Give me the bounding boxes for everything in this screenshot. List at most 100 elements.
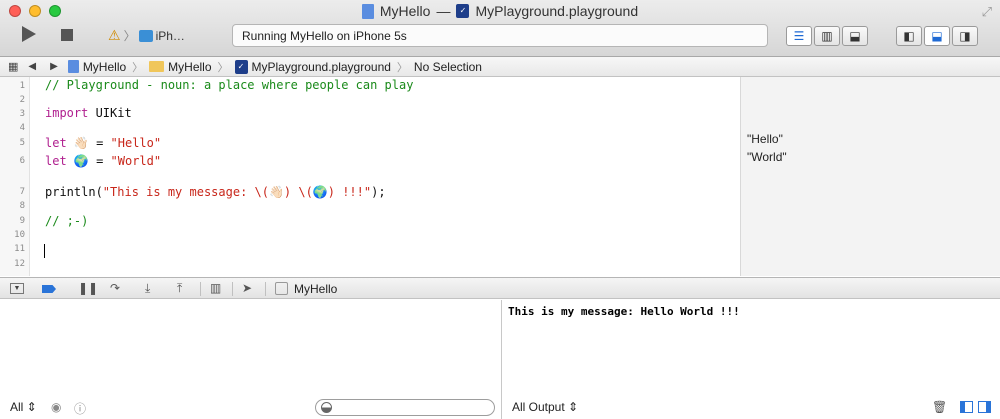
window-toolbar: MyHello — ✓ MyPlayground.playground ⤢ ⚠ … [0, 0, 1000, 57]
punctuation: ); [371, 185, 386, 199]
variables-pane: All ⇕ ◉ ⓘ [0, 300, 502, 419]
project-icon [67, 60, 79, 73]
breadcrumb-project-label: MyHello [82, 59, 127, 74]
function-call: println( [45, 185, 103, 199]
toggle-debug-area-button[interactable]: ⬓ [924, 26, 950, 46]
line-number: 6 [19, 156, 25, 166]
folder-icon [149, 61, 165, 72]
bottom-panel-icon: ⬓ [931, 29, 943, 43]
back-arrow-icon[interactable]: ◀ [24, 61, 40, 72]
string-literal: "This is my message: \(👋🏻) \(🌍) !!!" [102, 185, 372, 199]
assistant-editor-icon: ▥ [821, 29, 833, 43]
identifier: 👋🏻 = [66, 136, 111, 150]
console-output-select[interactable]: All Output ⇕ [512, 400, 578, 414]
step-over-icon[interactable]: ↷ [110, 281, 120, 295]
forward-arrow-icon[interactable]: ▶ [46, 61, 62, 72]
line-number: 1 [19, 81, 25, 91]
view-hierarchy-icon[interactable]: ▥ [210, 281, 221, 295]
show-console-icon[interactable] [978, 401, 991, 413]
code-editor[interactable]: 1 2 3 4 5 6 7 8 9 10 11 12 // Playground… [0, 77, 740, 276]
toggle-navigator-button[interactable]: ◧ [896, 26, 922, 46]
step-into-icon[interactable]: ⤓ [145, 281, 150, 296]
show-variables-icon[interactable] [960, 401, 973, 413]
breadcrumb-folder[interactable]: MyHello [149, 59, 212, 74]
identifier: 🌍 = [66, 154, 111, 168]
window-title-file: MyPlayground.playground [475, 3, 639, 19]
window-title-project: MyHello [379, 3, 431, 19]
trash-icon[interactable]: 🗑 [932, 400, 947, 414]
eye-icon[interactable]: ◉ [51, 400, 61, 414]
code-line-1: // Playground - noun: a place where peop… [45, 78, 414, 92]
breadcrumb-folder-label: MyHello [168, 59, 212, 74]
window-title-separator: — [436, 3, 451, 19]
console-output: This is my message: Hello World !!! [508, 305, 740, 318]
app-scheme-icon: ⚠ [108, 27, 121, 43]
window-title: MyHello — ✓ MyPlayground.playground [0, 3, 1000, 19]
chevron-right-icon: 〉 [132, 61, 144, 74]
project-icon [361, 3, 374, 19]
toggle-utilities-button[interactable]: ◨ [952, 26, 978, 46]
jump-bar: ▦ ◀ ▶ MyHello 〉 MyHello 〉 ✓ MyPlayground… [0, 57, 1000, 77]
left-panel-icon: ◧ [903, 29, 915, 43]
keyword: let [45, 154, 67, 168]
location-icon[interactable]: ➤ [242, 281, 252, 295]
info-icon[interactable]: ⓘ [74, 400, 86, 417]
divider [265, 282, 266, 296]
pause-icon[interactable]: ❚❚ [78, 281, 98, 295]
code-line-5: let 👋🏻 = "Hello" [45, 136, 161, 150]
variables-scope-select[interactable]: All ⇕ [10, 400, 37, 414]
line-number: 8 [19, 201, 25, 211]
playground-file-icon: ✓ [456, 4, 470, 18]
breadcrumb-project[interactable]: MyHello [67, 59, 127, 74]
keyword: import [45, 106, 89, 120]
divider [232, 282, 233, 296]
line-number: 4 [19, 123, 25, 133]
variables-filter-input[interactable] [315, 399, 495, 416]
line-number: 2 [19, 95, 25, 105]
related-items-icon[interactable]: ▦ [8, 60, 18, 73]
chevron-right-icon: 〉 [123, 29, 136, 43]
code-line-10: // ;-) [45, 214, 89, 228]
version-editor-icon: ⬓ [849, 29, 861, 43]
chevron-right-icon: 〉 [217, 61, 229, 74]
line-number: 12 [14, 259, 25, 269]
code-line-3: import UIKit [45, 106, 132, 120]
string-literal: "Hello" [110, 136, 162, 150]
chevron-right-icon: 〉 [396, 61, 408, 74]
run-button[interactable] [22, 26, 36, 42]
target-icon [275, 282, 288, 295]
code-line-6: let 🌍 = "World" [45, 154, 161, 168]
text-cursor [44, 244, 45, 258]
breadcrumb-selection[interactable]: No Selection [414, 60, 482, 74]
hide-debug-area-icon[interactable]: ▼ [10, 283, 24, 294]
version-editor-button[interactable]: ⬓ [842, 26, 868, 46]
result-line-6[interactable]: "World" [747, 150, 787, 164]
scheme-device-label: iPh… [155, 28, 185, 43]
playground-file-icon: ✓ [234, 59, 248, 74]
right-panel-icon: ◨ [959, 29, 971, 43]
line-number: 5 [19, 138, 25, 148]
string-literal: "World" [110, 154, 162, 168]
keyword: let [45, 136, 67, 150]
standard-editor-icon: ☰ [793, 29, 805, 43]
console-pane[interactable]: This is my message: Hello World !!! All … [502, 300, 1000, 419]
fullscreen-icon[interactable]: ⤢ [982, 4, 992, 20]
breakpoints-toggle-icon[interactable] [42, 285, 56, 293]
breadcrumb-file-label: MyPlayground.playground [251, 59, 391, 74]
identifier: UIKit [88, 106, 132, 120]
breadcrumb-selection-label: No Selection [413, 59, 482, 74]
filter-icon [321, 402, 332, 413]
debug-bar: ▼ ❚❚ ↷ ⤓ ⤒ ▥ ➤ MyHello [0, 277, 1000, 299]
scheme-selector[interactable]: ⚠ 〉 iPh… [108, 27, 185, 44]
standard-editor-button[interactable]: ☰ [786, 26, 812, 46]
activity-viewer: Running MyHello on iPhone 5s [232, 24, 768, 47]
divider [200, 282, 201, 296]
result-line-5[interactable]: "Hello" [747, 132, 783, 146]
assistant-editor-button[interactable]: ▥ [814, 26, 840, 46]
debug-target-label[interactable]: MyHello [294, 282, 337, 296]
step-out-icon[interactable]: ⤒ [177, 281, 182, 296]
breadcrumb-file[interactable]: ✓ MyPlayground.playground [234, 59, 391, 74]
code-line-8: println("This is my message: \(👋🏻) \(🌍) … [45, 185, 386, 199]
line-number: 3 [19, 109, 25, 119]
stop-button[interactable] [61, 29, 73, 41]
